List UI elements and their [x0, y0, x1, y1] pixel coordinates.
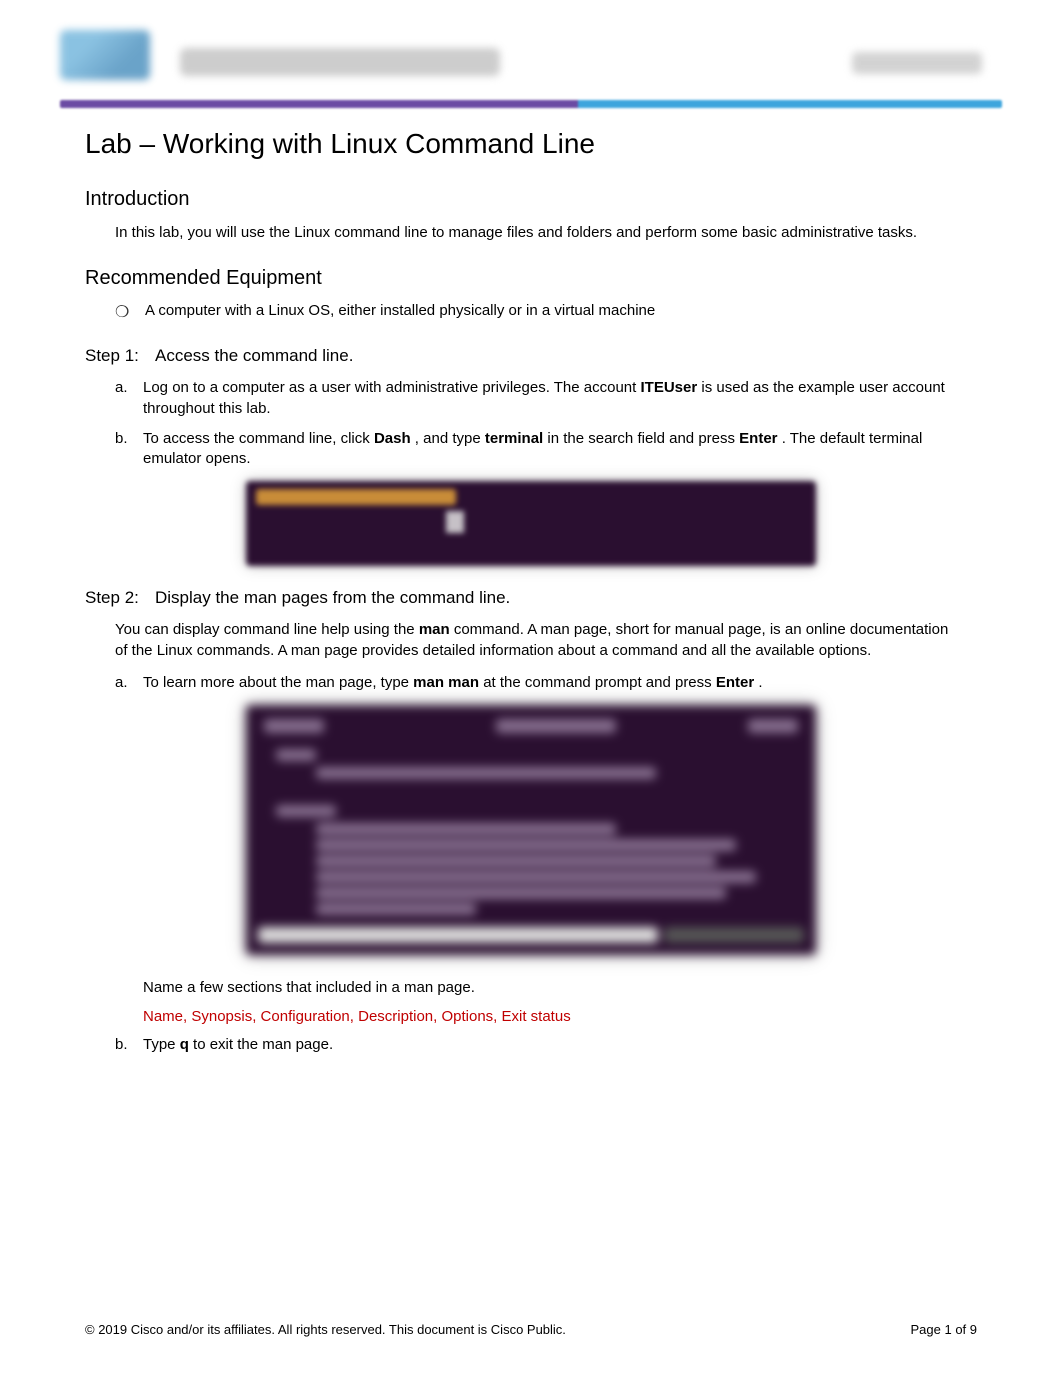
footer-page-pre: Page	[910, 1322, 944, 1337]
step-1a-body: Log on to a computer as a user with admi…	[143, 378, 962, 419]
footer-copyright: © 2019 Cisco and/or its affiliates. All …	[85, 1322, 566, 1337]
list-letter-a2: a.	[115, 673, 143, 693]
page-header	[60, 30, 1002, 100]
list-letter-a: a.	[115, 378, 143, 419]
step-1a-pre: Log on to a computer as a user with admi…	[143, 379, 640, 396]
step-1a-account: ITEUser	[640, 379, 697, 396]
document-page: Lab – Working with Linux Command Line In…	[0, 0, 1062, 1055]
step-2-answer: Name, Synopsis, Configuration, Descripti…	[143, 1006, 962, 1027]
step-2-question: Name a few sections that included in a m…	[143, 977, 962, 998]
step-2a-body: To learn more about the man page, type m…	[143, 673, 962, 693]
page-footer: © 2019 Cisco and/or its affiliates. All …	[85, 1322, 977, 1337]
step-2b: b. Type q to exit the man page.	[115, 1035, 962, 1055]
header-tagline-blurred	[852, 52, 982, 74]
step-1-title: Access the command line.	[155, 346, 1002, 366]
step-2-desc-pre: You can display command line help using …	[115, 621, 419, 638]
step-2b-post: to exit the man page.	[193, 1036, 333, 1053]
list-letter-b2: b.	[115, 1035, 143, 1055]
step-2-description: You can display command line help using …	[115, 620, 962, 661]
step-1-heading: Step 1: Access the command line.	[85, 346, 1002, 366]
introduction-heading: Introduction	[85, 188, 1002, 211]
introduction-text: In this lab, you will use the Linux comm…	[115, 223, 962, 243]
step-1b: b. To access the command line, click Das…	[115, 429, 962, 470]
step-1b-body: To access the command line, click Dash ,…	[143, 429, 962, 470]
equipment-bullet-text: A computer with a Linux OS, either insta…	[145, 302, 1002, 322]
lab-title: Lab – Working with Linux Command Line	[85, 128, 1002, 160]
step-2a-mid: at the command prompt and press	[483, 674, 716, 691]
step-1-label: Step 1:	[85, 346, 155, 366]
step-2b-pre: Type	[143, 1036, 180, 1053]
terminal-screenshot-2	[246, 705, 816, 955]
step-1b-mid1: , and type	[415, 430, 485, 447]
step-2-heading: Step 2: Display the man pages from the c…	[85, 588, 1002, 608]
step-1a: a. Log on to a computer as a user with a…	[115, 378, 962, 419]
cisco-logo	[60, 30, 150, 80]
step-1b-mid2: in the search field and press	[547, 430, 739, 447]
footer-page-of: of 9	[955, 1322, 977, 1337]
step-2a-pre: To learn more about the man page, type	[143, 674, 413, 691]
step-2-desc-man: man	[419, 621, 450, 638]
list-letter-b: b.	[115, 429, 143, 470]
footer-page: Page 1 of 9	[910, 1322, 977, 1337]
header-divider-bar	[60, 100, 1002, 108]
step-2a-enter: Enter	[716, 674, 754, 691]
step-2-title: Display the man pages from the command l…	[155, 588, 1002, 608]
step-2-label: Step 2:	[85, 588, 155, 608]
step-2b-body: Type q to exit the man page.	[143, 1035, 962, 1055]
header-title-blurred	[180, 48, 500, 76]
step-1b-pre: To access the command line, click	[143, 430, 374, 447]
step-2a: a. To learn more about the man page, typ…	[115, 673, 962, 693]
step-2a-post: .	[758, 674, 762, 691]
step-1b-terminal: terminal	[485, 430, 543, 447]
footer-page-num: 1	[944, 1322, 951, 1337]
equipment-bullet: ❍ A computer with a Linux OS, either ins…	[115, 302, 1002, 322]
equipment-heading: Recommended Equipment	[85, 267, 1002, 290]
terminal-screenshot-1	[246, 481, 816, 566]
step-2b-q: q	[180, 1036, 189, 1053]
step-1b-enter: Enter	[739, 430, 777, 447]
step-1b-dash: Dash	[374, 430, 411, 447]
bullet-icon: ❍	[115, 302, 145, 322]
step-2a-manman: man man	[413, 674, 479, 691]
